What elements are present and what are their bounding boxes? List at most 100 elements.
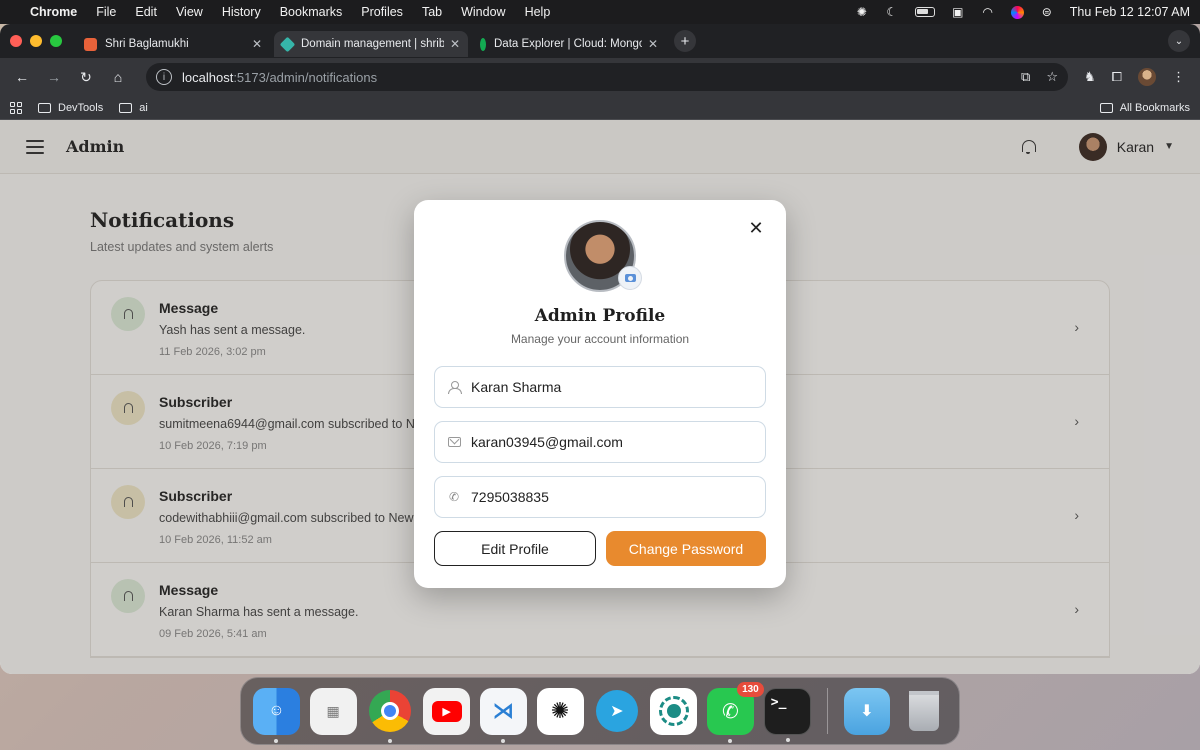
browser-tab-3[interactable]: Data Explorer | Cloud: Mongo ✕ [472,31,666,57]
control-center-icon[interactable]: ⊜ [1040,5,1054,19]
mail-icon [447,435,461,449]
chatgpt-icon[interactable]: ✺ [536,687,584,735]
tab-strip: Shri Baglamukhi ✕ Domain management | sh… [0,24,1200,58]
wifi-icon[interactable]: ◠ [981,5,995,19]
battery-icon[interactable] [914,7,935,17]
folder-icon [119,102,133,113]
menu-file[interactable]: File [96,5,116,19]
maximize-window-icon[interactable] [50,35,62,47]
notification-badge: 130 [737,681,764,697]
youtube-icon[interactable]: ▶ [423,687,470,735]
chrome-icon[interactable] [367,688,414,743]
browser-window: Shri Baglamukhi ✕ Domain management | sh… [0,24,1200,674]
apps-grid-icon[interactable] [10,101,22,114]
menu-app-name[interactable]: Chrome [30,5,77,19]
trash-icon[interactable] [900,688,947,735]
email-field-wrapper [434,421,766,463]
change-password-button[interactable]: Change Password [606,531,766,566]
extension-icon[interactable]: ♞ [1084,69,1096,85]
bookmark-devtools[interactable]: DevTools [38,102,103,114]
macos-dock: ☺ ▦ ▶ ⋊ ✺ ➤ ✆ 130 >_ ⬇ [240,677,960,745]
url-host: localhost [182,69,234,85]
folder-icon [38,102,51,113]
display-icon[interactable]: ▣ [951,5,965,19]
profile-photo [564,220,642,292]
moon-icon[interactable]: ☾ [885,5,899,19]
menu-help[interactable]: Help [525,5,551,19]
tab-favicon-icon [84,37,97,51]
finder-icon[interactable]: ☺ [253,687,300,743]
tab-favicon-icon [480,37,486,51]
menu-window[interactable]: Window [461,5,505,19]
tab-close-icon[interactable]: ✕ [648,37,658,51]
menubar-clock[interactable]: Thu Feb 12 12:07 AM [1070,5,1190,19]
siri-icon[interactable] [1010,5,1024,19]
profile-form: ✆ [434,366,766,518]
menu-bookmarks[interactable]: Bookmarks [280,5,343,19]
macos-menubar: Chrome File Edit View History Bookmarks … [0,0,1200,24]
address-bar[interactable]: i localhost :5173/admin/notifications ⧉ … [146,63,1068,91]
name-field-wrapper [434,366,766,408]
phone-field-wrapper: ✆ [434,476,766,518]
menu-view[interactable]: View [176,5,203,19]
tab-search-chevron-icon[interactable]: ⌄ [1168,30,1190,52]
window-controls [10,35,62,47]
bookmark-label: ai [139,101,148,114]
launchpad-icon[interactable]: ▦ [309,687,357,735]
modal-subtitle: Manage your account information [510,332,690,346]
modal-title: Admin Profile [534,306,666,326]
back-arrow-icon[interactable]: ← [10,69,34,85]
bookmarks-bar: DevTools ai All Bookmarks [0,96,1200,120]
camera-icon[interactable] [618,266,642,290]
browser-tab-1[interactable]: Shri Baglamukhi ✕ [76,31,270,57]
bookmark-label: DevTools [58,101,104,114]
downloads-folder-icon[interactable]: ⬇ [843,687,891,735]
all-bookmarks-label: All Bookmarks [1119,101,1190,114]
web-page: Admin Karan ▼ Notifications Latest updat… [0,120,1200,674]
tab-title: Shri Baglamukhi [105,38,189,50]
all-bookmarks[interactable]: All Bookmarks [1099,101,1190,114]
edit-profile-button[interactable]: Edit Profile [434,531,596,566]
menu-edit[interactable]: Edit [135,5,157,19]
menu-profiles[interactable]: Profiles [361,5,403,19]
browser-toolbar: ← → ↻ ⌂ i localhost :5173/admin/notifica… [0,58,1200,96]
bookmark-star-icon[interactable]: ☆ [1046,69,1058,85]
tab-close-icon[interactable]: ✕ [252,37,262,51]
minimize-window-icon[interactable] [30,35,42,47]
whatsapp-icon[interactable]: ✆ 130 [707,681,764,743]
name-field[interactable] [471,379,753,395]
profile-avatar-icon[interactable] [1138,68,1157,86]
menu-history[interactable]: History [222,5,261,19]
user-icon [447,380,462,394]
tab-close-icon[interactable]: ✕ [450,37,460,51]
cast-icon[interactable]: ⧉ [1021,69,1030,85]
browser-menu-icon[interactable]: ⋮ [1172,69,1185,85]
tab-title: Domain management | shriba [301,38,444,50]
close-icon[interactable]: ✕ [746,218,766,238]
site-info-icon[interactable]: i [156,69,172,85]
menu-tab[interactable]: Tab [422,5,442,19]
tab-favicon-icon [279,36,296,52]
screen-recorder-icon[interactable] [650,687,697,735]
url-path: :5173/admin/notifications [233,69,378,85]
phone-field[interactable] [471,489,753,505]
vscode-icon[interactable]: ⋊ [480,687,527,743]
reload-icon[interactable]: ↻ [74,69,98,86]
puzzle-extensions-icon[interactable]: ⧠ [1112,69,1122,85]
close-window-icon[interactable] [10,35,22,47]
email-field[interactable] [471,434,753,450]
admin-profile-modal: ✕ Admin Profile Manage your account info… [414,200,786,588]
tab-title: Data Explorer | Cloud: Mongo [494,38,642,50]
phone-icon: ✆ [448,490,460,504]
modal-actions: Edit Profile Change Password [434,531,766,566]
new-tab-button[interactable]: + [674,30,696,52]
browser-tab-2[interactable]: Domain management | shriba ✕ [274,31,468,57]
bookmark-ai[interactable]: ai [119,102,148,114]
folder-icon [1099,102,1113,113]
terminal-icon[interactable]: >_ [763,687,811,742]
dock-separator [826,688,828,734]
chatgpt-status-icon[interactable]: ✺ [855,5,869,19]
forward-arrow-icon[interactable]: → [42,69,66,85]
telegram-icon[interactable]: ➤ [594,688,641,735]
home-icon[interactable]: ⌂ [106,69,130,85]
